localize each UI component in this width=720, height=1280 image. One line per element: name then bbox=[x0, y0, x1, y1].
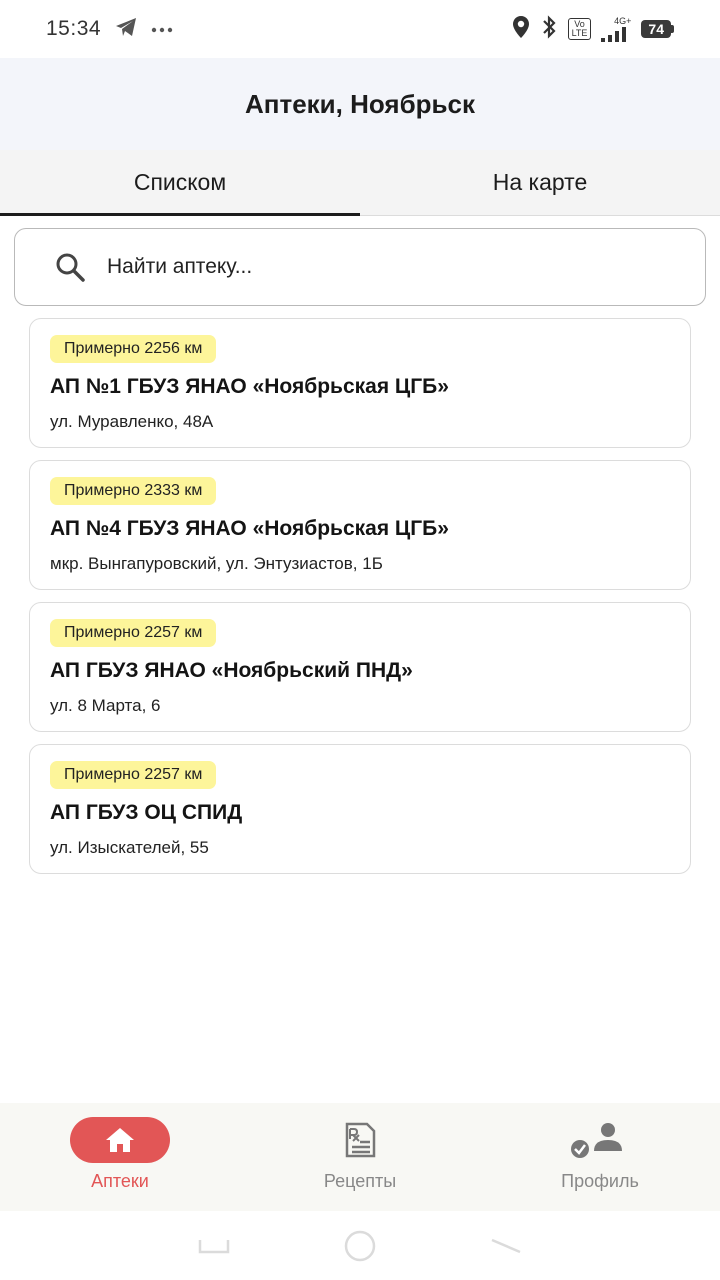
volte-badge: Vo LTE bbox=[567, 18, 592, 40]
search-input[interactable] bbox=[107, 255, 667, 279]
battery-level: 74 bbox=[641, 20, 671, 38]
battery-cap bbox=[671, 25, 674, 33]
view-tabs: Списком На карте bbox=[0, 150, 720, 216]
distance-badge: Примерно 2333 км bbox=[50, 477, 217, 505]
pharmacy-card[interactable]: Примерно 2257 км АП ГБУЗ ОЦ СПИД ул. Изы… bbox=[29, 744, 691, 874]
bottom-nav: Аптеки Рецепты Профиль bbox=[0, 1103, 720, 1211]
signal-indicator: 4G+ bbox=[601, 15, 632, 42]
app-header: Аптеки, Ноябрьск bbox=[0, 58, 720, 150]
nav-item-prescriptions[interactable]: Рецепты bbox=[240, 1103, 480, 1211]
pharmacy-address: ул. 8 Марта, 6 bbox=[50, 696, 161, 715]
pharmacy-list: Примерно 2256 км АП №1 ГБУЗ ЯНАО «Ноябрь… bbox=[29, 318, 691, 886]
tab-list[interactable]: Списком bbox=[0, 150, 360, 216]
search-icon bbox=[53, 250, 87, 284]
pharmacy-name: АП №1 ГБУЗ ЯНАО «Ноябрьская ЦГБ» bbox=[50, 375, 449, 398]
volte-label-bottom: LTE bbox=[571, 28, 588, 38]
bluetooth-icon bbox=[540, 14, 558, 44]
nav-label-prescriptions: Рецепты bbox=[323, 1171, 397, 1191]
pharmacy-card[interactable]: Примерно 2333 км АП №4 ГБУЗ ЯНАО «Ноябрь… bbox=[29, 460, 691, 590]
status-time: 15:34 bbox=[46, 17, 102, 40]
more-icon bbox=[151, 20, 173, 38]
signal-label: 4G+ bbox=[614, 15, 632, 26]
nav-label-pharmacies: Аптеки bbox=[91, 1171, 149, 1191]
nav-label-profile: Профиль bbox=[561, 1171, 639, 1191]
battery-indicator: 74 bbox=[641, 20, 674, 38]
search-box[interactable] bbox=[14, 228, 706, 306]
prescription-icon-wrap bbox=[310, 1117, 410, 1163]
pharmacy-card[interactable]: Примерно 2256 км АП №1 ГБУЗ ЯНАО «Ноябрь… bbox=[29, 318, 691, 448]
back-icon bbox=[491, 1238, 521, 1253]
pharmacy-card[interactable]: Примерно 2257 км АП ГБУЗ ЯНАО «Ноябрьски… bbox=[29, 602, 691, 732]
home-icon bbox=[106, 1128, 134, 1152]
nav-item-pharmacies[interactable]: Аптеки bbox=[0, 1103, 240, 1211]
distance-badge: Примерно 2257 км bbox=[50, 619, 217, 647]
pharmacy-address: мкр. Вынгапуровский, ул. Энтузиастов, 1Б bbox=[50, 554, 383, 573]
nav-active-pill bbox=[70, 1117, 170, 1163]
nav-item-profile[interactable]: Профиль bbox=[480, 1103, 720, 1211]
profile-icon bbox=[571, 1123, 622, 1158]
tab-map[interactable]: На карте bbox=[360, 150, 720, 215]
distance-badge: Примерно 2257 км bbox=[50, 761, 217, 789]
prescription-icon bbox=[345, 1122, 376, 1158]
pharmacy-address: ул. Муравленко, 48А bbox=[50, 412, 214, 431]
signal-icon bbox=[601, 26, 627, 42]
telegram-icon bbox=[115, 17, 137, 42]
distance-badge: Примерно 2256 км bbox=[50, 335, 217, 363]
system-nav-bar bbox=[0, 1211, 720, 1280]
pharmacy-name: АП №4 ГБУЗ ЯНАО «Ноябрьская ЦГБ» bbox=[50, 517, 449, 540]
pharmacy-address: ул. Изыскателей, 55 bbox=[50, 838, 209, 857]
pharmacy-name: АП ГБУЗ ЯНАО «Ноябрьский ПНД» bbox=[50, 659, 413, 682]
pharmacy-name: АП ГБУЗ ОЦ СПИД bbox=[50, 801, 243, 824]
status-bar: 15:34 Vo LTE 4G+ 74 bbox=[0, 0, 720, 58]
recent-apps-icon bbox=[198, 1239, 230, 1253]
page-title: Аптеки, Ноябрьск bbox=[244, 88, 475, 119]
location-icon bbox=[512, 15, 530, 44]
profile-icon-wrap bbox=[550, 1117, 650, 1163]
home-button-icon bbox=[344, 1230, 376, 1261]
